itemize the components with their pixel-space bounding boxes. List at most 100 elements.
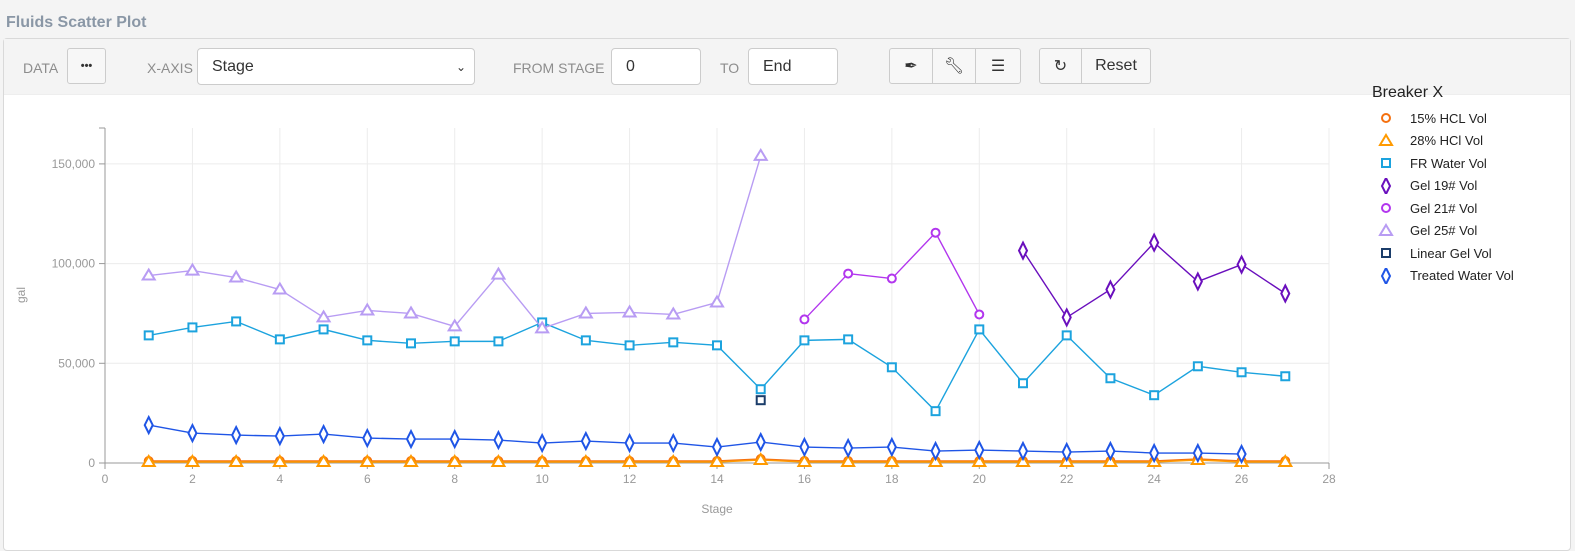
from-stage-input[interactable]: 0	[611, 48, 701, 85]
data-point	[668, 432, 679, 454]
data-point	[580, 430, 591, 452]
data-point	[755, 384, 766, 395]
series-linear-gel-vol	[755, 395, 766, 406]
data-point	[1280, 283, 1291, 304]
data-point	[1017, 440, 1029, 462]
x-tick-label: 20	[973, 472, 987, 486]
data-point	[1017, 240, 1029, 261]
x-tick-label: 10	[535, 472, 549, 486]
legend-label: FR Water Vol	[1410, 155, 1487, 171]
data-point	[231, 316, 242, 327]
data-point	[886, 273, 897, 284]
data-point	[1192, 271, 1203, 292]
chevron-down-icon: ⌄	[455, 59, 466, 74]
diamond-marker-icon	[1380, 267, 1392, 284]
y-tick-label: 50,000	[58, 356, 95, 370]
data-point	[1192, 361, 1203, 372]
page-title: Fluids Scatter Plot	[6, 14, 147, 31]
data-point	[752, 147, 769, 161]
legend-marker	[1378, 222, 1394, 236]
data-point	[187, 422, 198, 444]
data-point	[930, 406, 941, 417]
data-point	[712, 340, 722, 351]
data-point	[231, 424, 242, 446]
series-line	[148, 424, 1242, 455]
square-marker-icon	[1381, 158, 1391, 169]
from-stage-label: FROM STAGE	[513, 60, 605, 76]
x-tick-label: 24	[1147, 472, 1161, 486]
circle-marker-icon	[1381, 203, 1391, 214]
data-point	[143, 330, 154, 341]
data-point	[449, 428, 460, 450]
legend-item[interactable]: Treated Water Vol	[1372, 265, 1514, 288]
x-tick-label: 28	[1322, 472, 1336, 486]
data-point	[1236, 367, 1247, 378]
data-point	[1105, 279, 1116, 300]
data-point	[843, 437, 854, 459]
data-point	[362, 335, 373, 346]
legend-title: Breaker X	[1372, 84, 1444, 101]
x-tick-label: 22	[1060, 472, 1074, 486]
legend-marker	[1381, 158, 1391, 169]
legend-marker	[1381, 248, 1391, 259]
xaxis-value: Stage	[212, 57, 254, 75]
data-point	[187, 322, 198, 333]
legend: Breaker X 15% HCL Vol 28% HCl Vol FR Water…	[1372, 84, 1514, 287]
legend-marker	[1381, 203, 1391, 214]
data-point	[621, 304, 638, 318]
data-point	[405, 428, 417, 450]
data-point	[1149, 390, 1160, 401]
data-point	[406, 338, 416, 349]
x-axis-label: Stage	[701, 502, 733, 516]
data-point	[578, 305, 594, 319]
legend-label: Gel 25# Vol	[1410, 223, 1478, 239]
triangle-marker-icon	[1378, 222, 1394, 236]
data-point	[1105, 373, 1116, 384]
legend-item[interactable]: FR Water Vol	[1372, 152, 1514, 175]
to-label: TO	[720, 60, 740, 76]
legend-item[interactable]: Gel 19# Vol	[1372, 175, 1514, 198]
data-point	[490, 266, 507, 280]
data-point	[537, 432, 548, 454]
wrench-button[interactable]: 🔧︎	[932, 48, 976, 84]
data-point	[1105, 440, 1116, 462]
eyedropper-icon: ✒	[904, 58, 918, 75]
data-point	[274, 425, 285, 447]
data-point	[799, 314, 810, 325]
wrench-icon: 🔧︎	[943, 58, 965, 75]
data-point	[974, 324, 985, 335]
diamond-marker-icon	[1380, 177, 1392, 194]
list-icon: ☰	[990, 58, 1006, 75]
square-marker-icon	[1381, 248, 1391, 259]
legend-marker	[1381, 113, 1391, 124]
circle-marker-icon	[1381, 113, 1391, 124]
data-point	[1061, 330, 1072, 341]
legend-label: 28% HCl Vol	[1410, 133, 1483, 149]
x-tick-label: 6	[364, 472, 371, 486]
legend-marker	[1378, 132, 1394, 146]
legend-item[interactable]: 15% HCL Vol	[1372, 107, 1514, 130]
legend-item[interactable]: Gel 21# Vol	[1372, 197, 1514, 220]
xaxis-select[interactable]: Stage ⌄	[197, 48, 475, 85]
refresh-button[interactable]: ↻	[1039, 48, 1082, 84]
legend-item[interactable]: Linear Gel Vol	[1372, 242, 1514, 265]
data-point	[755, 431, 766, 453]
eyedropper-button[interactable]: ✒	[889, 48, 933, 84]
reset-button[interactable]: Reset	[1081, 48, 1151, 84]
xaxis-label: X-AXIS	[147, 60, 193, 76]
data-point	[1149, 232, 1160, 253]
x-tick-label: 26	[1235, 472, 1249, 486]
data-point	[624, 432, 635, 454]
scatter-chart: 0 2 4 6 8 10 12 14 16 18 20 22 24 26 28050,000100,0001…	[14, 127, 1336, 516]
to-stage-input[interactable]: End	[748, 48, 838, 85]
legend-label: Gel 21# Vol	[1410, 200, 1478, 216]
x-tick-label: 18	[885, 472, 899, 486]
legend-item[interactable]: Gel 25# Vol	[1372, 220, 1514, 243]
data-point	[843, 334, 854, 345]
data-options-button[interactable]: •••	[67, 48, 106, 84]
data-point	[624, 340, 635, 351]
data-point	[359, 302, 376, 316]
list-button[interactable]: ☰	[975, 48, 1021, 84]
data-point	[709, 294, 725, 308]
legend-item[interactable]: 28% HCl Vol	[1372, 130, 1514, 153]
